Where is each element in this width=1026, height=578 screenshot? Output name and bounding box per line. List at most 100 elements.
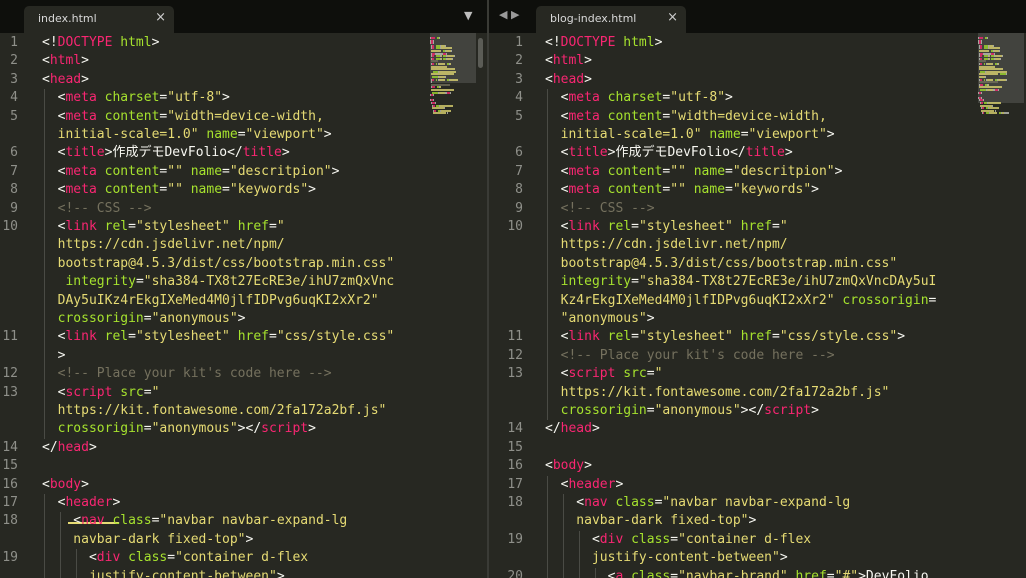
nav-prev-icon[interactable]: ◀ xyxy=(499,8,507,21)
code-token: "anonymous" xyxy=(151,421,238,437)
code-token: = xyxy=(128,219,136,234)
indent-guide xyxy=(44,254,45,274)
code-line: <nav class="navbar navbar-expand-lg xyxy=(42,512,347,530)
code-token: < xyxy=(545,366,569,382)
code-token: rel xyxy=(607,329,632,345)
code-token: " xyxy=(276,219,285,234)
code-token: > xyxy=(748,513,757,529)
indent-guide xyxy=(44,567,45,578)
left-editor-pane[interactable]: index.html × ▼ 1 2 3 4 5 6 7 8 9 10 11 12 13 14 15 16 17… xyxy=(0,0,487,578)
code-line: <meta content="" name="keywords"> xyxy=(545,181,819,199)
code-token: > xyxy=(276,568,285,578)
code-token: integrity xyxy=(560,274,632,290)
indent-guide xyxy=(44,126,45,145)
minimap[interactable] xyxy=(430,33,476,573)
tab-index-html[interactable]: index.html × xyxy=(24,6,174,33)
code-line: <meta content="width=device-width, xyxy=(545,108,827,126)
close-icon[interactable]: × xyxy=(155,10,166,25)
indent-guide xyxy=(579,530,580,550)
code-token: <!-- CSS --> xyxy=(42,200,152,216)
minimap-stroke xyxy=(998,89,1000,91)
line-number xyxy=(489,255,523,273)
minimap-stroke xyxy=(453,55,455,58)
tab-blog-index-html[interactable]: blog-index.html × xyxy=(536,6,686,33)
code-token: "css/style.css" xyxy=(276,329,395,345)
code-token: < xyxy=(545,182,569,198)
code-token: https://kit.fontawesome.com/2fa172a2bf.j… xyxy=(42,403,387,418)
indent-guide xyxy=(547,144,548,163)
indent-guide xyxy=(76,549,77,568)
minimap-stroke xyxy=(433,112,447,115)
code-token: "stylesheet" xyxy=(135,219,230,234)
minimap[interactable] xyxy=(978,33,1024,573)
line-number: 15 xyxy=(507,439,523,455)
code-token: href xyxy=(795,568,827,578)
indent-guide xyxy=(44,549,45,568)
code-token: header xyxy=(568,476,616,492)
line-number xyxy=(0,568,18,578)
close-icon[interactable]: × xyxy=(667,10,678,25)
code-token: > xyxy=(88,439,97,455)
code-token: = xyxy=(143,421,152,437)
code-token: "keywords" xyxy=(732,182,812,198)
code-token: = xyxy=(631,329,639,345)
indent-guide xyxy=(547,107,548,126)
nav-next-icon[interactable]: ▶ xyxy=(511,8,519,21)
code-token: = xyxy=(237,127,246,142)
code-token: meta xyxy=(65,90,97,106)
code-line: integrity="sha384-TX8t27EcRE3e/ihU7zmQxV… xyxy=(545,273,937,291)
line-number xyxy=(489,292,523,310)
code-line: <head> xyxy=(545,71,592,89)
code-line: <!-- CSS --> xyxy=(42,200,152,218)
code-token: content xyxy=(104,163,160,179)
code-line: integrity="sha384-TX8t27EcRE3e/ihU7zmQxV… xyxy=(42,273,394,291)
code-token: "" xyxy=(167,163,183,179)
code-token: navbar-dark fixed-top" xyxy=(42,531,246,547)
line-number xyxy=(489,512,523,530)
code-token: > xyxy=(834,163,843,179)
code-token: >作成デモDevFolio</ xyxy=(104,145,243,161)
code-token: = xyxy=(772,329,780,345)
indent-guide xyxy=(547,236,548,255)
code-area[interactable]: <!DOCTYPE html> <html> <head> <meta charse… xyxy=(26,33,426,578)
vertical-scrollbar[interactable] xyxy=(478,38,483,68)
code-line: <script src=" xyxy=(42,384,160,402)
code-token: crossorigin xyxy=(560,403,647,418)
code-token: < xyxy=(42,495,66,510)
code-token: > xyxy=(42,347,66,363)
code-token: "" xyxy=(670,163,686,179)
code-token: ></ xyxy=(740,403,765,418)
chevron-down-icon[interactable]: ▼ xyxy=(464,9,472,22)
code-line: <body> xyxy=(42,476,89,494)
code-token: Kz4rEkgIXeMed4M0jlfIDPvg6uqKI2xXr2" xyxy=(545,292,835,308)
indent-guide xyxy=(563,494,564,513)
code-line: https://cdn.jsdelivr.net/npm/ xyxy=(545,236,788,254)
code-token: < xyxy=(42,329,66,345)
indent-guide xyxy=(44,144,45,163)
code-token: > xyxy=(81,476,89,492)
line-number: 7 xyxy=(10,163,18,179)
code-token: = xyxy=(928,292,937,308)
minimap-stroke xyxy=(997,63,999,65)
code-token: > xyxy=(222,90,230,106)
code-line: https://kit.fontawesome.com/2fa172a2bf.j… xyxy=(42,402,387,420)
code-token: </ xyxy=(545,421,561,437)
line-number: 11 xyxy=(507,329,523,345)
code-line: <meta charset="utf-8"> xyxy=(42,89,230,107)
right-editor-pane[interactable]: ◀ ▶ blog-index.html × 1 2 3 4 5 6 7 8 9 10 11 12 13 1… xyxy=(489,0,1026,578)
code-token: meta xyxy=(65,163,97,179)
code-token: > xyxy=(646,311,655,326)
code-token: html xyxy=(623,35,655,50)
code-token: html xyxy=(120,35,152,50)
line-number: 9 xyxy=(515,200,523,216)
code-area[interactable]: <!DOCTYPE html> <html> <head> <meta charse… xyxy=(529,33,974,578)
line-number xyxy=(0,255,18,273)
line-number: 16 xyxy=(2,476,18,492)
code-token: > xyxy=(811,403,819,418)
code-token: "keywords" xyxy=(229,182,309,198)
code-token: bootstrap@4.5.3/dist/css/bootstrap.min.c… xyxy=(545,255,898,271)
minimap-stroke xyxy=(452,57,454,60)
